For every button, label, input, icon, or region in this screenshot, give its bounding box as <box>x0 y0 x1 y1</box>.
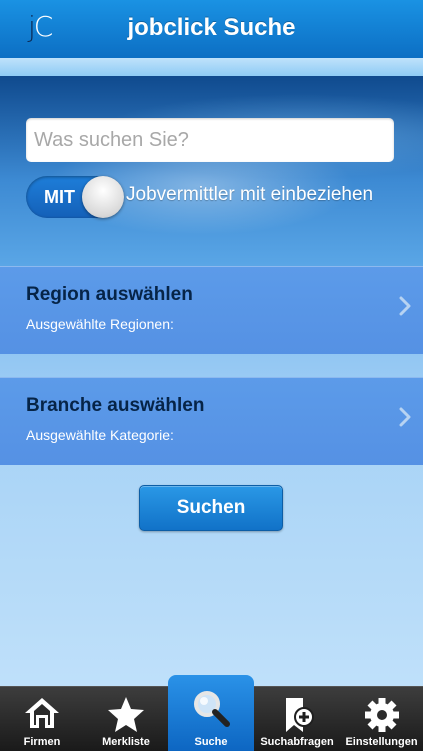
jobvermittler-toggle[interactable]: MIT <box>26 176 124 218</box>
tab-firmen[interactable]: Firmen <box>0 687 84 751</box>
magnifier-icon <box>194 691 230 727</box>
branche-select-row[interactable]: Branche auswählen Ausgewählte Kategorie: <box>0 377 423 465</box>
branche-title: Branche auswählen <box>26 395 205 416</box>
tab-merkliste[interactable]: Merkliste <box>84 687 168 751</box>
search-banner <box>0 76 423 266</box>
region-subtitle: Ausgewählte Regionen: <box>26 316 174 332</box>
toggle-description: Jobvermittler mit einbeziehen <box>126 184 374 205</box>
gear-icon <box>364 698 399 732</box>
branche-subtitle: Ausgewählte Kategorie: <box>26 427 174 443</box>
app-header: jC jobclick Suche <box>0 0 423 58</box>
toggle-knob[interactable] <box>82 176 124 218</box>
toggle-label: MIT <box>44 187 75 207</box>
house-icon <box>25 698 59 728</box>
tab-bar: Firmen Merkliste Suche Suchabfragen Eins… <box>0 675 423 751</box>
page-title: jobclick Suche <box>127 14 296 41</box>
region-title: Region auswählen <box>26 284 193 305</box>
star-icon <box>108 697 144 732</box>
tab-suche[interactable]: Suche <box>168 675 254 751</box>
saved-search-icon <box>286 698 314 732</box>
tab-einstellungen[interactable]: Einstellungen <box>340 687 423 751</box>
search-input[interactable] <box>26 118 394 162</box>
region-select-row[interactable]: Region auswählen Ausgewählte Regionen: <box>0 266 423 354</box>
chevron-right-icon <box>399 296 411 316</box>
search-button[interactable]: Suchen <box>139 485 283 531</box>
chevron-right-icon <box>399 407 411 427</box>
tab-suchabfragen[interactable]: Suchabfragen <box>254 687 340 751</box>
header-divider <box>0 58 423 76</box>
